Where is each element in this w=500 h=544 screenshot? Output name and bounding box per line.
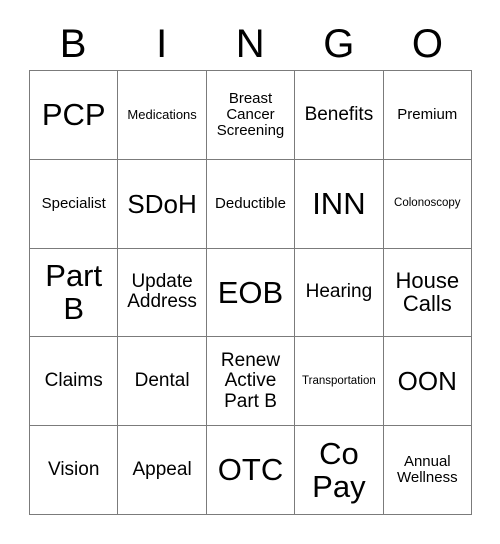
- bingo-cell-label: Benefits: [304, 103, 374, 125]
- bingo-cell[interactable]: House Calls: [383, 248, 472, 338]
- bingo-header-letter-b: B: [59, 22, 87, 66]
- bingo-cell-label: Part B: [45, 258, 103, 327]
- bingo-cell-label: Premium: [397, 105, 458, 123]
- bingo-cell[interactable]: PCP: [30, 71, 119, 160]
- bingo-cell-label: Hearing: [305, 281, 373, 303]
- bingo-cell[interactable]: SDoH: [118, 159, 207, 249]
- bingo-cell[interactable]: Claims: [30, 337, 119, 427]
- bingo-cell[interactable]: Deductible: [206, 159, 296, 249]
- bingo-cell[interactable]: Benefits: [295, 71, 384, 160]
- bingo-header-letter-g: G: [323, 22, 355, 66]
- bingo-cell-label: EOB: [217, 274, 284, 310]
- bingo-cell-label: Medications: [127, 106, 197, 122]
- bingo-cell[interactable]: Annual Wellness: [383, 426, 472, 515]
- bingo-cell-label: Deductible: [215, 194, 286, 212]
- bingo-cell-label: House Calls: [395, 267, 460, 317]
- bingo-cell-label: OON: [397, 366, 457, 397]
- bingo-cell-label: OTC: [217, 452, 284, 488]
- bingo-cell-label: Colonoscopy: [394, 197, 461, 210]
- bingo-cell[interactable]: Premium: [383, 71, 472, 160]
- bingo-cell[interactable]: Dental: [118, 337, 207, 427]
- bingo-cell[interactable]: Update Address: [118, 248, 207, 338]
- bingo-cell-label: SDoH: [127, 188, 197, 219]
- bingo-cell[interactable]: Part B: [30, 248, 119, 338]
- bingo-header-letter-n: N: [235, 22, 266, 66]
- bingo-cell-label: Transportation: [302, 375, 376, 388]
- bingo-header-row: B I N G O: [29, 18, 472, 70]
- bingo-cell-label: Vision: [47, 458, 100, 480]
- bingo-cell-label: Co Pay: [312, 435, 366, 505]
- bingo-cell-label: Dental: [134, 370, 190, 392]
- bingo-header-letter-i: I: [156, 22, 168, 66]
- bingo-cell[interactable]: INN: [295, 159, 384, 249]
- bingo-cell-label: Appeal: [132, 458, 192, 480]
- bingo-card: B I N G O PCP Medications Breast Cancer …: [0, 0, 500, 544]
- bingo-cell-label: Renew Active Part B: [220, 349, 281, 412]
- bingo-cell[interactable]: Appeal: [118, 426, 207, 515]
- bingo-cell-label: Breast Cancer Screening: [216, 89, 285, 139]
- bingo-cell-label: Annual Wellness: [397, 452, 458, 487]
- bingo-cell-label: Specialist: [41, 194, 106, 212]
- bingo-cell[interactable]: Medications: [118, 71, 207, 160]
- bingo-cell[interactable]: Breast Cancer Screening: [206, 71, 296, 160]
- bingo-cell[interactable]: OON: [383, 337, 472, 427]
- bingo-cell[interactable]: OTC: [206, 426, 296, 515]
- bingo-cell-label: Claims: [44, 370, 103, 392]
- bingo-cell[interactable]: EOB: [206, 248, 296, 338]
- bingo-cell[interactable]: Specialist: [30, 159, 119, 249]
- bingo-cell-label: PCP: [41, 97, 106, 133]
- bingo-cell[interactable]: Hearing: [295, 248, 384, 338]
- bingo-cell[interactable]: Vision: [30, 426, 119, 515]
- bingo-cell[interactable]: Co Pay: [295, 426, 384, 515]
- bingo-cell-label: INN: [312, 185, 366, 221]
- bingo-cell[interactable]: Transportation: [295, 337, 384, 427]
- bingo-header-letter-o: O: [411, 22, 444, 66]
- bingo-cell[interactable]: Colonoscopy: [383, 159, 472, 249]
- bingo-cell-label: Update Address: [127, 270, 197, 313]
- bingo-grid: PCP Medications Breast Cancer Screening …: [29, 70, 472, 515]
- bingo-cell[interactable]: Renew Active Part B: [206, 337, 296, 427]
